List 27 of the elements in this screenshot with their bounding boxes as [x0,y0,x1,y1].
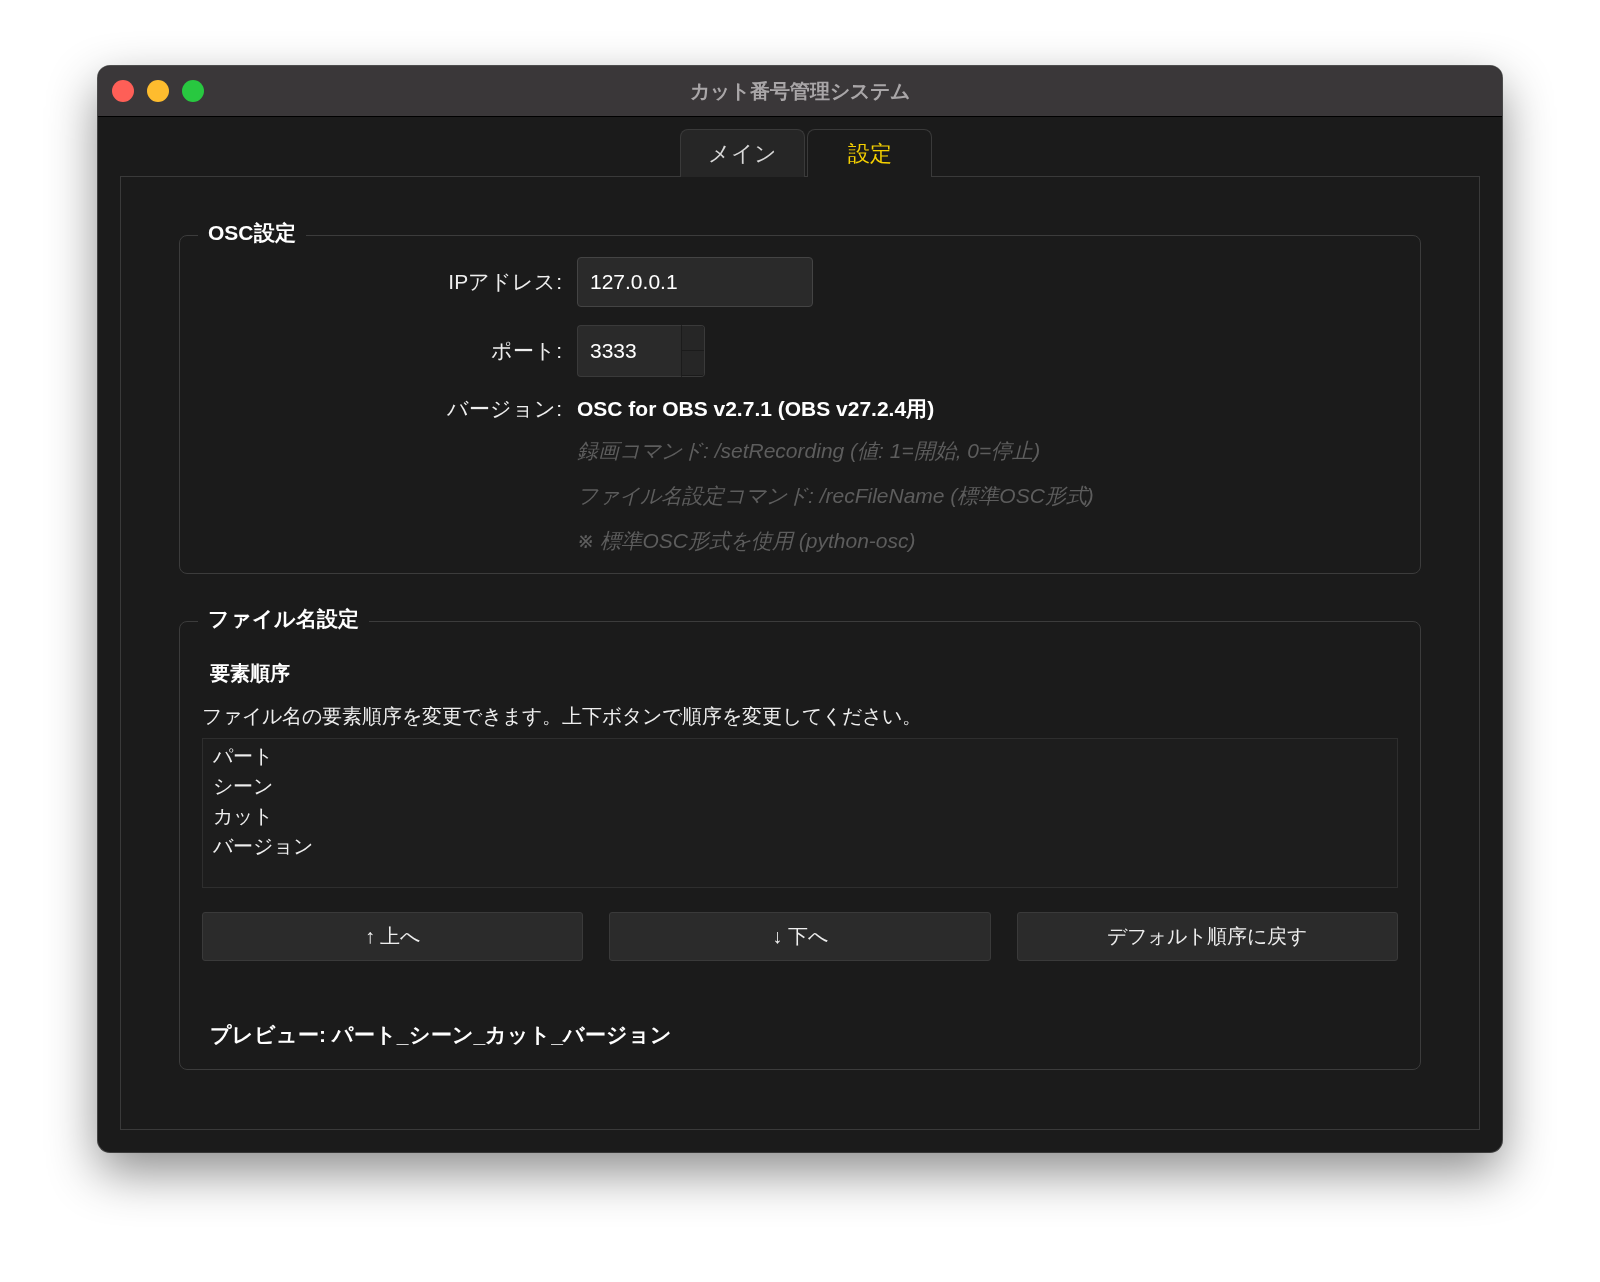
field-label: バージョン: [447,396,562,422]
ip-address-field[interactable]: 127.0.0.1 [577,257,813,307]
tab[interactable]: 設定 [807,129,932,177]
zoom-button[interactable] [182,80,204,102]
version-text: OSC for OBS v2.7.1 (OBS v27.2.4用) [577,396,936,422]
description-text: ファイル名の要素順序を変更できます。上下ボタンで順序を変更してください。 [202,704,923,729]
hint-text: 録画コマンド: /setRecording (値: 1=開始, 0=停止) [577,438,1042,464]
list-item[interactable]: パート [213,741,273,771]
port-field[interactable]: 3333 [577,325,681,377]
preview-text: プレビュー: パート_シーン_カット_バージョン [209,1022,673,1048]
field-label: ポート: [491,338,562,364]
minimize-button[interactable] [147,80,169,102]
list-item[interactable]: シーン [213,771,273,801]
order-button[interactable]: デフォルト順序に戻す [1016,912,1398,961]
list-item[interactable]: バージョン [213,831,313,861]
section-subtitle: 要素順序 [209,661,291,686]
group-title: OSC設定 [198,219,306,247]
hint-text: ※ 標準OSC形式を使用 (python-osc) [577,528,917,554]
list-item[interactable]: カット [213,801,273,831]
field-label: IPアドレス: [448,269,562,295]
hint-text: ファイル名設定コマンド: /recFileName (標準OSC形式) [577,483,1095,509]
close-button[interactable] [112,80,134,102]
window-title: カット番号管理システム [690,79,910,102]
order-button[interactable]: ↑ 上へ [202,912,584,961]
tab[interactable]: メイン [680,129,805,177]
group-title: ファイル名設定 [198,605,369,633]
order-button[interactable]: ↓ 下へ [609,912,991,961]
